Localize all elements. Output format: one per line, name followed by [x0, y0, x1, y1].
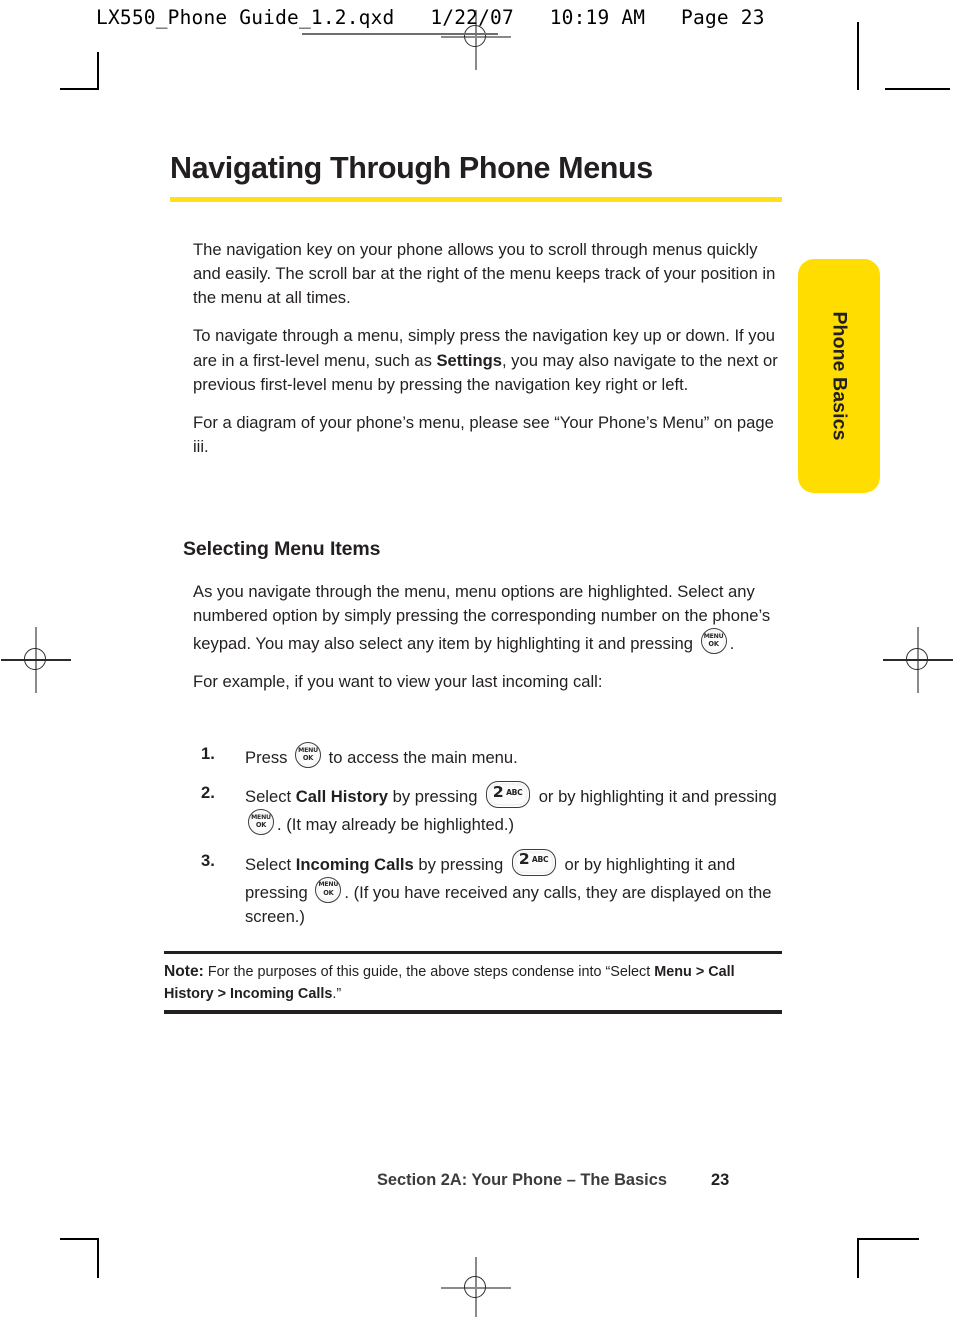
note-rule-bottom: [164, 1010, 782, 1014]
step3-bold-term: Incoming Calls: [295, 854, 414, 874]
two-abc-key-letters: ABC: [531, 855, 549, 865]
menu-ok-key-line1: MENU: [298, 746, 318, 754]
two-abc-key-digit: 2: [518, 850, 530, 869]
step2-mid2: or by highlighting it and pressing: [538, 787, 777, 807]
list-item: 1. Press MENU OK to access the main menu…: [201, 742, 793, 770]
example-intro: For example, if you want to view your la…: [193, 672, 603, 692]
step2-mid: by pressing: [392, 787, 478, 807]
step3-mid: by pressing: [418, 854, 504, 874]
paragraph-3: For a diagram of your phone’s menu, plea…: [193, 412, 774, 456]
footer-page-number: 23: [710, 1171, 730, 1189]
step1-pre: Press: [245, 748, 288, 767]
note-text-b: .”: [332, 985, 342, 1002]
step1-post: to access the main menu.: [328, 748, 518, 767]
page-title: Navigating Through Phone Menus: [170, 151, 653, 185]
note-rule-top: [164, 951, 782, 955]
footer-section-label: Section 2A: Your Phone – The Basics: [377, 1171, 667, 1189]
title-accent-rule: [170, 197, 782, 202]
step-text: Press MENU OK to access the main menu.: [245, 742, 793, 770]
paragraph-4-tail: .: [729, 634, 735, 654]
two-abc-key-digit: 2: [492, 782, 504, 801]
step2-post: . (It may already be highlighted.): [277, 815, 515, 835]
note-label: Note:: [164, 963, 204, 981]
menu-ok-key-line2: OK: [708, 640, 719, 649]
menu-ok-key-line2: OK: [323, 888, 334, 897]
note-text-a: For the purposes of this guide, the abov…: [207, 964, 655, 981]
step-number: 1.: [201, 744, 215, 763]
menu-ok-key-icon: MENU OK: [295, 742, 322, 768]
list-item: 2. Select Call History by pressing 2 ABC…: [201, 781, 793, 837]
two-abc-key-letters: ABC: [506, 787, 523, 797]
step-number: 3.: [201, 850, 215, 870]
paragraph-4-text: As you navigate through the menu, menu o…: [193, 582, 771, 654]
subheading-selecting-menu-items: Selecting Menu Items: [183, 538, 381, 560]
note-text: Note: For the purposes of this guide, th…: [164, 961, 782, 1004]
settings-bold-term: Settings: [436, 350, 502, 370]
paragraph-4: As you navigate through the menu, menu o…: [193, 580, 783, 656]
document-page: Navigating Through Phone Menus The navig…: [0, 0, 954, 1325]
two-abc-key-icon: 2 ABC: [486, 781, 531, 809]
menu-ok-key-line2: OK: [255, 821, 267, 830]
step-text: Select Incoming Calls by pressing 2 ABC …: [245, 848, 793, 930]
step2-bold-term: Call History: [295, 787, 388, 807]
step-number: 2.: [201, 783, 215, 803]
menu-ok-key-line1: MENU: [703, 632, 724, 640]
title-block: Navigating Through Phone Menus: [170, 152, 782, 202]
step3-pre: Select: [245, 854, 292, 874]
step2-pre: Select: [245, 787, 292, 807]
menu-ok-key-icon: MENU OK: [248, 809, 274, 836]
paragraph-1: The navigation key on your phone allows …: [193, 240, 776, 308]
menu-ok-key-line2: OK: [302, 754, 314, 762]
menu-ok-key-line1: MENU: [318, 881, 339, 889]
menu-ok-key-line1: MENU: [251, 813, 271, 821]
intro-paragraphs: The navigation key on your phone allows …: [193, 238, 783, 473]
selecting-menu-items-body: As you navigate through the menu, menu o…: [193, 580, 783, 709]
two-abc-key-icon: 2 ABC: [511, 848, 556, 876]
step-text: Select Call History by pressing 2 ABC or…: [245, 781, 793, 837]
menu-ok-key-icon: MENU OK: [700, 628, 727, 655]
numbered-steps-list: 1. Press MENU OK to access the main menu…: [201, 742, 793, 940]
note-box: Note: For the purposes of this guide, th…: [164, 951, 782, 1014]
page-footer: Section 2A: Your Phone – The Basics 23: [377, 1171, 729, 1190]
menu-ok-key-icon: MENU OK: [315, 876, 342, 903]
list-item: 3. Select Incoming Calls by pressing 2 A…: [201, 848, 793, 930]
paragraph-2: To navigate through a menu, simply press…: [193, 324, 783, 396]
side-tab-label: Phone Basics: [828, 311, 851, 441]
side-tab-phone-basics: Phone Basics: [798, 259, 880, 493]
